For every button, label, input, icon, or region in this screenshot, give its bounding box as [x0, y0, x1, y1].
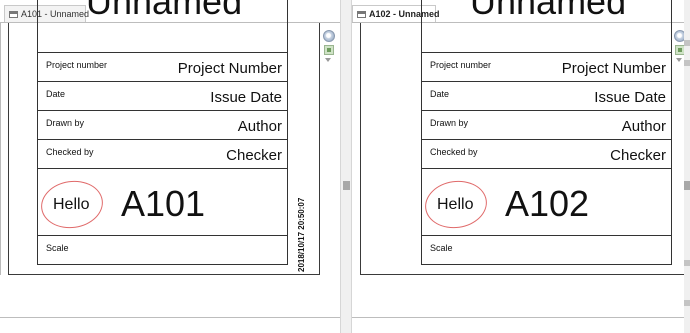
scroll-marker [684, 40, 690, 46]
right-scrollbar[interactable] [684, 0, 690, 333]
lower-divider [352, 317, 684, 318]
lower-divider [0, 317, 340, 318]
sheet-name: Unnamed [470, 0, 627, 22]
sheet-border-bottom [360, 274, 684, 275]
navigation-bar [674, 30, 684, 62]
sheet-number-row: Hello A101 [38, 168, 287, 235]
field-label-drawn-by: Drawn by [430, 118, 469, 128]
zoom-region-icon[interactable] [324, 45, 334, 55]
zoom-region-icon[interactable] [675, 45, 684, 55]
title-block-row: Checked by Checker [422, 139, 671, 168]
dropdown-arrow-icon[interactable] [676, 58, 682, 62]
navigation-bar [323, 30, 337, 62]
annotation-text[interactable]: Hello [53, 196, 89, 214]
field-label-project-number: Project number [46, 60, 108, 70]
field-value-drawn-by: Author [621, 118, 666, 135]
view-pane-a102: A102 - Unnamed Unnamed Project number Pr… [352, 0, 684, 333]
field-value-drawn-by: Author [237, 118, 282, 135]
field-label-date: Date [46, 89, 66, 99]
sheet-number: A102 [505, 183, 590, 224]
field-label-project-number: Project number [430, 60, 492, 70]
field-value-date: Issue Date [210, 89, 282, 106]
title-block-row: Project number Project Number [38, 52, 287, 81]
navigation-wheel-icon[interactable] [674, 30, 684, 42]
sheet-name: Unnamed [86, 0, 243, 22]
navigation-wheel-icon[interactable] [323, 30, 335, 42]
view-pane-a101: A101 - Unnamed Unnamed Project number Pr… [0, 0, 340, 333]
sheet-border-left [8, 23, 9, 275]
field-label-checked-by: Checked by [430, 147, 478, 157]
title-block-row: Checked by Checker [38, 139, 287, 168]
annotation-text[interactable]: Hello [437, 196, 473, 214]
title-block-row: Date Issue Date [422, 81, 671, 110]
scale-row: Scale [38, 235, 287, 264]
sheet-border-left [360, 23, 361, 275]
sheet-border-right [319, 23, 320, 275]
field-value-checked-by: Checker [226, 147, 282, 164]
field-value-project-number: Project Number [561, 60, 666, 77]
scroll-marker [684, 60, 690, 66]
sheet-border-bottom [8, 274, 320, 275]
field-label-drawn-by: Drawn by [46, 118, 85, 128]
title-block-row: Drawn by Author [38, 110, 287, 139]
print-timestamp: 2018/10/17 20:50:07 [297, 197, 306, 272]
sheet-number-row: Hello A102 [422, 168, 671, 235]
field-value-project-number: Project Number [177, 60, 282, 77]
splitter-grip[interactable] [343, 181, 350, 190]
title-block-row: Date Issue Date [38, 81, 287, 110]
field-label-scale: Scale [46, 243, 69, 253]
title-block-row: Drawn by Author [422, 110, 671, 139]
field-value-date: Issue Date [594, 89, 666, 106]
sheet-number: A101 [121, 183, 206, 224]
title-block: Unnamed Project number Project Number Da… [421, 0, 672, 265]
document-tab-icon [9, 11, 18, 18]
field-label-date: Date [430, 89, 450, 99]
scroll-marker [684, 260, 690, 266]
field-label-checked-by: Checked by [46, 147, 94, 157]
scroll-marker [684, 300, 690, 306]
title-block-row: Project number Project Number [422, 52, 671, 81]
pane-splitter[interactable] [340, 0, 352, 333]
field-label-scale: Scale [430, 243, 453, 253]
title-block: Unnamed Project number Project Number Da… [37, 0, 288, 265]
dropdown-arrow-icon[interactable] [325, 58, 331, 62]
document-tab-icon [357, 11, 366, 18]
field-value-checked-by: Checker [610, 147, 666, 164]
scale-row: Scale [422, 235, 671, 264]
scrollbar-grip[interactable] [684, 181, 690, 190]
view-edge [0, 23, 1, 275]
